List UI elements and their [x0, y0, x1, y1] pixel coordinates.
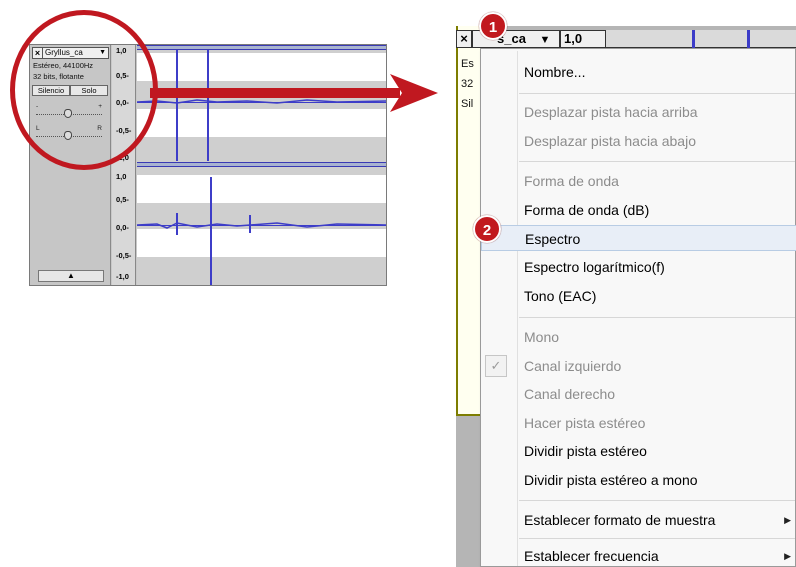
menu-separator	[519, 93, 795, 94]
collapse-track-button[interactable]: ▲	[38, 270, 104, 282]
track-menu-screenshot: Es 32 Sil × s_ca ▼ 1,0 Nombre... Desplaz…	[456, 26, 796, 567]
submenu-arrow-icon: ▶	[784, 551, 791, 561]
menu-item-sample-format[interactable]: Establecer formato de muestra ▶	[481, 507, 796, 533]
close-track-button[interactable]: ×	[456, 30, 472, 48]
menu-item-left-channel[interactable]: ✓ Canal izquierdo	[481, 353, 796, 379]
info-fragment: Es	[461, 58, 474, 70]
menu-item-split-stereo-mono[interactable]: Dividir pista estéreo a mono	[481, 467, 796, 493]
menu-item-move-up[interactable]: Desplazar pista hacia arriba	[481, 99, 796, 125]
menu-item-split-stereo[interactable]: Dividir pista estéreo	[481, 438, 796, 464]
menu-item-label: Establecer formato de muestra	[524, 512, 716, 528]
menu-item-mono[interactable]: Mono	[481, 324, 796, 350]
info-fragment: 32	[461, 78, 474, 90]
highlight-circle	[10, 10, 158, 170]
menu-item-label: Establecer frecuencia	[524, 548, 659, 564]
ruler-tick: 0,0-	[116, 223, 129, 232]
submenu-arrow-icon: ▶	[784, 515, 791, 525]
menu-item-spectrum[interactable]: Espectro	[481, 225, 796, 251]
menu-item-sample-rate[interactable]: Establecer frecuencia ▶	[481, 543, 796, 567]
menu-item-pitch[interactable]: Tono (EAC)	[481, 283, 796, 309]
menu-item-name[interactable]: Nombre...	[481, 59, 796, 85]
waveform-marker	[692, 30, 695, 48]
menu-item-right-channel[interactable]: Canal derecho	[481, 381, 796, 407]
ruler-tick: 0,5-	[116, 195, 129, 204]
ruler-tick: 1,0	[116, 172, 127, 181]
ruler-tick: -1,0	[116, 272, 129, 281]
menu-separator	[519, 500, 795, 501]
track-context-menu: Nombre... Desplazar pista hacia arriba D…	[480, 48, 796, 567]
menu-item-label: Canal izquierdo	[524, 358, 622, 374]
menu-separator	[519, 317, 795, 318]
menu-item-move-down[interactable]: Desplazar pista hacia abajo	[481, 128, 796, 154]
menu-item-waveform[interactable]: Forma de onda	[481, 168, 796, 194]
waveform-marker	[747, 30, 750, 48]
menu-item-log-spectrum[interactable]: Espectro logarítmico(f)	[481, 254, 796, 280]
dropdown-arrow-icon: ▼	[539, 34, 551, 46]
step-badge-1: 1	[479, 12, 507, 40]
ruler-top-value: 1,0	[560, 30, 606, 48]
track-title-bar-zoomed: × s_ca ▼ 1,0	[456, 30, 606, 48]
step-badge-2: 2	[473, 215, 501, 243]
checkmark-icon: ✓	[485, 355, 507, 377]
menu-item-make-stereo[interactable]: Hacer pista estéreo	[481, 410, 796, 436]
ruler-tick: -0,5-	[116, 251, 132, 260]
menu-separator	[519, 161, 795, 162]
menu-separator	[519, 538, 795, 539]
menu-item-waveform-db[interactable]: Forma de onda (dB)	[481, 197, 796, 223]
mute-button-fragment[interactable]: Sil	[461, 98, 473, 110]
arrow-right-icon	[150, 74, 438, 112]
